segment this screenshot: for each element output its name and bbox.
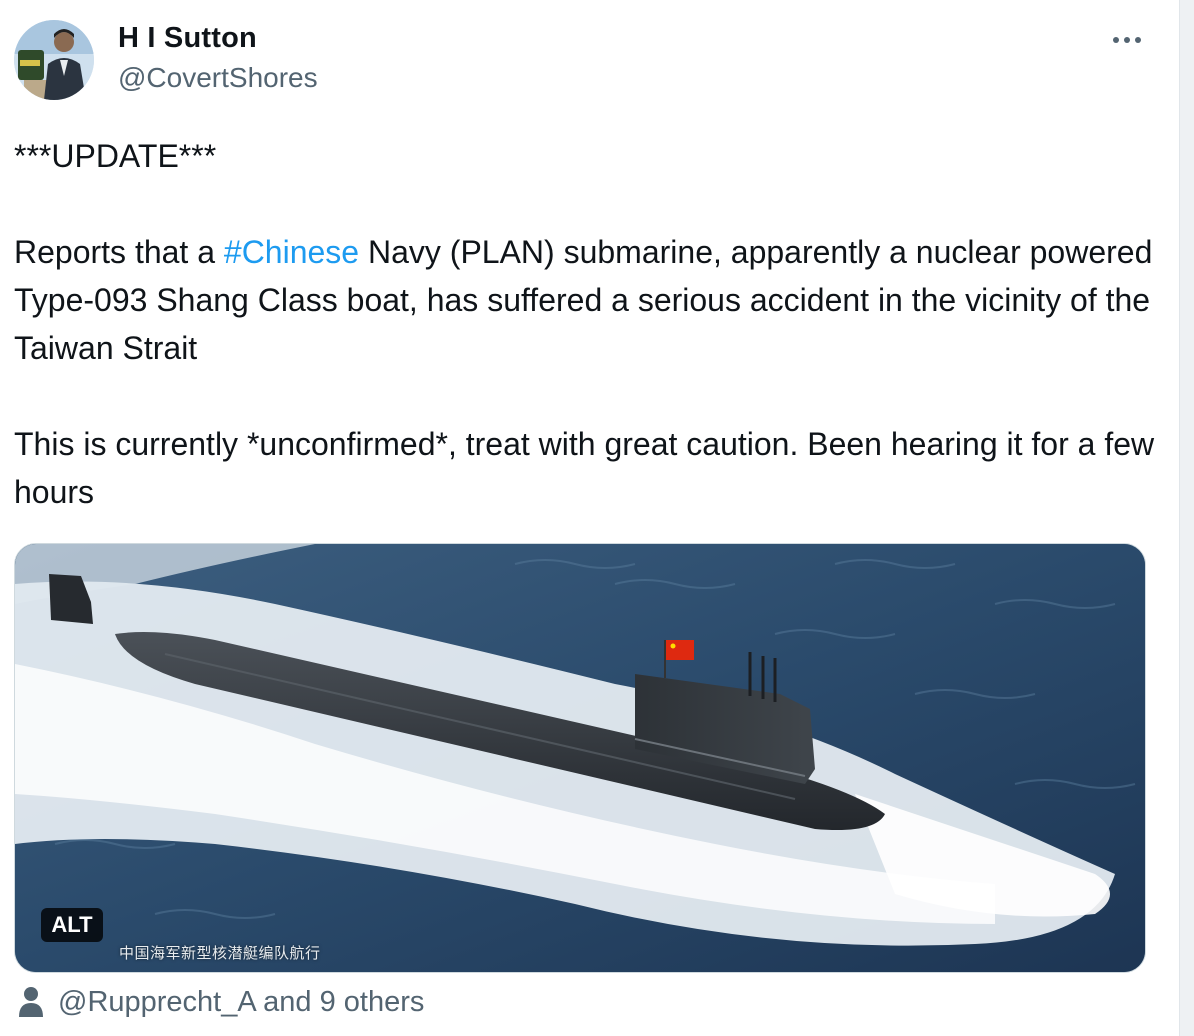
tweet-paragraph-report: Reports that a #Chinese Navy (PLAN) subm… (14, 228, 1164, 372)
tagged-users-text: @Rupprecht_A and 9 others (58, 985, 425, 1018)
submarine-photo (15, 544, 1145, 972)
author-handle[interactable]: @CovertShores (118, 62, 318, 94)
tweet-media[interactable]: ALT 中国海军新型核潜艇编队航行 (14, 543, 1146, 973)
more-options-button[interactable] (1106, 24, 1148, 56)
tweet-text-segment: Reports that a (14, 234, 224, 270)
page-edge (1179, 0, 1194, 1036)
tweet-paragraph-caution: This is currently *unconfirmed*, treat w… (14, 426, 1155, 510)
avatar-image (14, 20, 94, 100)
tweet-text: ***UPDATE*** Reports that a #Chinese Nav… (14, 132, 1164, 516)
alt-text-button[interactable]: ALT (41, 908, 103, 942)
tweet-update-line: ***UPDATE*** (14, 138, 217, 174)
author-name[interactable]: H I Sutton (118, 22, 257, 55)
tagged-users-link[interactable]: @Rupprecht_A and 9 others (18, 982, 424, 1022)
person-icon (19, 987, 43, 1017)
hashtag-link[interactable]: #Chinese (224, 234, 359, 270)
tweet: H I Sutton @CovertShores ***UPDATE*** Re… (0, 0, 1180, 1036)
avatar[interactable] (14, 20, 94, 100)
photo-caption: 中国海军新型核潜艇编队航行 (119, 944, 321, 962)
more-horizontal-icon (1113, 37, 1141, 43)
